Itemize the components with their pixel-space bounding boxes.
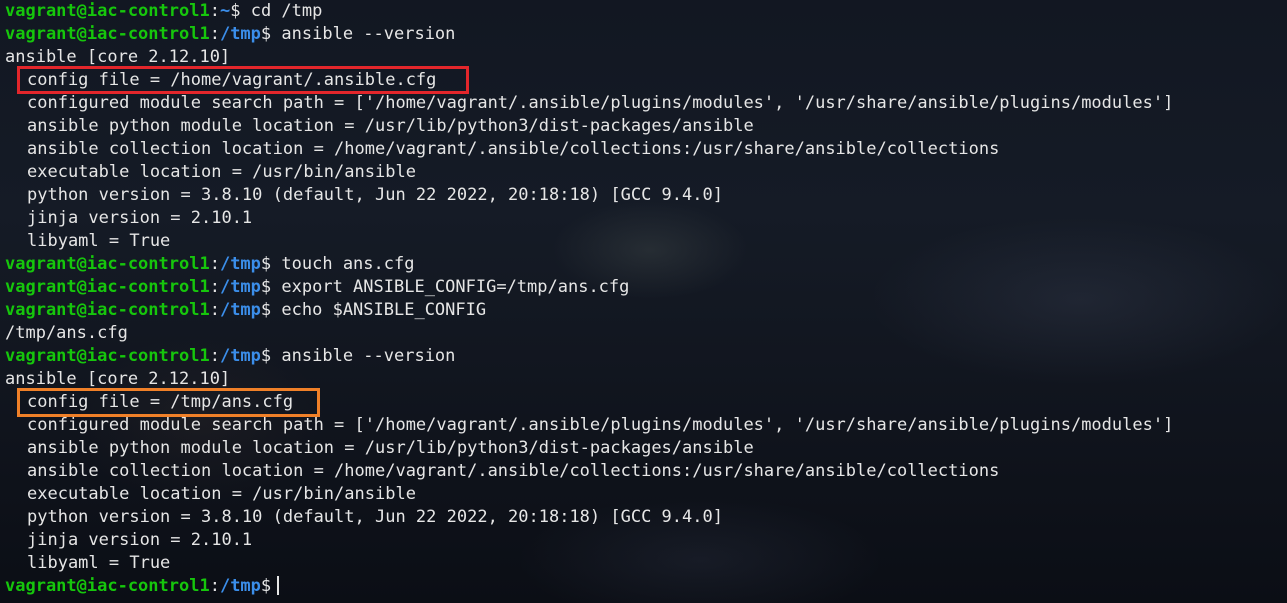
active-prompt-line[interactable]: vagrant@iac-control1:/tmp$ bbox=[5, 575, 1287, 598]
output-jinja-version: jinja version = 2.10.1 bbox=[27, 530, 253, 550]
prompt-separator: : bbox=[209, 576, 220, 596]
command-text: echo $ANSIBLE_CONFIG bbox=[281, 300, 487, 320]
echo-output: /tmp/ans.cfg bbox=[5, 323, 128, 343]
prompt-directory: /tmp bbox=[219, 300, 261, 320]
highlight-box-second-config bbox=[17, 388, 320, 417]
output-python-version: python version = 3.8.10 (default, Jun 22… bbox=[27, 185, 723, 205]
prompt-separator: : bbox=[209, 254, 220, 274]
prompt-user-host: vagrant@iac-control1 bbox=[5, 300, 210, 320]
prompt-user-host: vagrant@iac-control1 bbox=[5, 1, 210, 21]
prompt-user-host: vagrant@iac-control1 bbox=[5, 24, 210, 44]
command-text: export ANSIBLE_CONFIG=/tmp/ans.cfg bbox=[281, 277, 630, 297]
highlight-box-first-config bbox=[17, 66, 469, 94]
output-python-module-location: ansible python module location = /usr/li… bbox=[27, 116, 754, 136]
prompt-line: vagrant@iac-control1:/tmp$ touch ans.cfg bbox=[5, 253, 1287, 276]
prompt-symbol: $ bbox=[260, 24, 272, 44]
prompt-directory: ~ bbox=[219, 1, 231, 21]
command-text: ansible --version bbox=[281, 24, 456, 44]
prompt-directory: /tmp bbox=[219, 346, 261, 366]
output-python-version: python version = 3.8.10 (default, Jun 22… bbox=[27, 507, 723, 527]
prompt-symbol: $ bbox=[230, 1, 241, 21]
prompt-directory: /tmp bbox=[219, 24, 261, 44]
prompt-directory: /tmp bbox=[219, 277, 261, 297]
prompt-separator: : bbox=[209, 346, 220, 366]
output-libyaml: libyaml = True bbox=[27, 231, 171, 251]
prompt-user-host: vagrant@iac-control1 bbox=[5, 277, 210, 297]
prompt-line: vagrant@iac-control1:~$ cd /tmp bbox=[5, 0, 1287, 23]
output-python-module-location: ansible python module location = /usr/li… bbox=[27, 438, 754, 458]
output-module-search-path: configured module search path = ['/home/… bbox=[27, 415, 1174, 435]
output-module-search-path: configured module search path = ['/home/… bbox=[27, 93, 1174, 113]
prompt-symbol: $ bbox=[260, 254, 272, 274]
command-text: touch ans.cfg bbox=[281, 254, 415, 274]
command-text: cd /tmp bbox=[250, 1, 323, 21]
prompt-line: vagrant@iac-control1:/tmp$ ansible --ver… bbox=[5, 345, 1287, 368]
prompt-user-host: vagrant@iac-control1 bbox=[5, 254, 210, 274]
prompt-separator: : bbox=[209, 277, 220, 297]
output-jinja-version: jinja version = 2.10.1 bbox=[27, 208, 253, 228]
prompt-symbol: $ bbox=[260, 346, 272, 366]
prompt-user-host: vagrant@iac-control1 bbox=[5, 576, 210, 596]
output-executable-location: executable location = /usr/bin/ansible bbox=[27, 484, 416, 504]
prompt-line: vagrant@iac-control1:/tmp$ echo $ANSIBLE… bbox=[5, 299, 1287, 322]
prompt-symbol: $ bbox=[260, 277, 272, 297]
text-cursor bbox=[277, 576, 280, 595]
prompt-separator: : bbox=[209, 24, 220, 44]
output-collection-location: ansible collection location = /home/vagr… bbox=[27, 139, 1000, 159]
output-collection-location: ansible collection location = /home/vagr… bbox=[27, 461, 1000, 481]
prompt-symbol: $ bbox=[260, 300, 272, 320]
prompt-user-host: vagrant@iac-control1 bbox=[5, 346, 210, 366]
prompt-directory: /tmp bbox=[219, 576, 261, 596]
output-executable-location: executable location = /usr/bin/ansible bbox=[27, 162, 416, 182]
prompt-line: vagrant@iac-control1:/tmp$ ansible --ver… bbox=[5, 23, 1287, 46]
prompt-separator: : bbox=[209, 300, 220, 320]
prompt-separator: : bbox=[209, 1, 220, 21]
prompt-symbol: $ bbox=[260, 576, 272, 596]
command-text: ansible --version bbox=[281, 346, 456, 366]
prompt-line: vagrant@iac-control1:/tmp$ export ANSIBL… bbox=[5, 276, 1287, 299]
output-libyaml: libyaml = True bbox=[27, 553, 171, 573]
prompt-directory: /tmp bbox=[219, 254, 261, 274]
